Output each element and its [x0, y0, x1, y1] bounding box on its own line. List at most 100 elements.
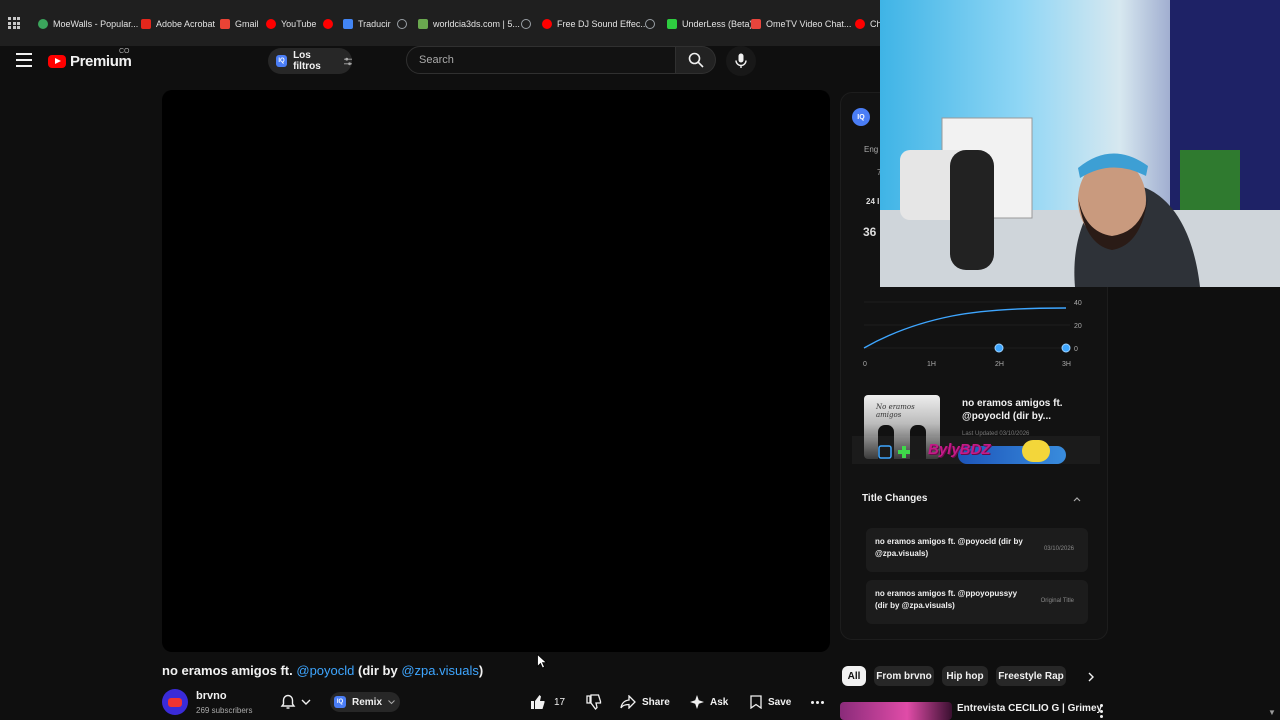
remix-label: Remix — [352, 696, 383, 708]
video-player[interactable] — [162, 90, 830, 652]
bookmark-underless[interactable]: UnderLess (Beta) — [667, 16, 753, 32]
bookmark-label: Gmail — [235, 19, 259, 29]
overlay-square-icon — [878, 445, 892, 459]
moewalls-favicon-icon — [38, 19, 48, 29]
bookmark-label: UnderLess (Beta) — [682, 19, 753, 29]
bookmark-free-dj[interactable]: Free DJ Sound Effec... — [542, 16, 648, 32]
title-changes-heading: Title Changes — [862, 493, 928, 504]
chip-freestyle-rap[interactable]: Freestyle Rap — [996, 666, 1066, 686]
mention-link[interactable]: @poyocld — [296, 663, 354, 678]
search-input[interactable]: Search — [406, 46, 676, 74]
bookmark-youtube[interactable]: YouTube — [266, 16, 316, 32]
bookmark-globe-2[interactable] — [521, 16, 531, 32]
overlay-plus-icon — [898, 446, 910, 458]
streamer-name-overlay: BylyBDZ — [928, 441, 991, 458]
save-button[interactable]: Save — [750, 692, 791, 712]
iq-icon: IQ — [334, 696, 346, 708]
chip-from-brvno[interactable]: From brvno — [874, 666, 934, 686]
thumbnail-video-title[interactable]: no eramos amigos ft. @poyocld (dir by... — [962, 397, 1072, 423]
chip-hip-hop[interactable]: Hip hop — [942, 666, 988, 686]
ask-button[interactable]: Ask — [690, 692, 728, 712]
recommended-video-thumbnail[interactable] — [840, 702, 952, 720]
title-change-date: 03/10/2026 — [1043, 546, 1074, 552]
bookmark-icon — [750, 695, 762, 709]
video-title: no eramos amigos ft. @poyocld (dir by @z… — [162, 663, 483, 678]
bookmark-traducir[interactable]: Traducir — [343, 16, 391, 32]
ometv-favicon-icon — [751, 19, 761, 29]
search-button[interactable] — [676, 46, 716, 74]
chevron-right-icon[interactable] — [1084, 670, 1098, 684]
like-button[interactable]: 17 — [530, 692, 578, 712]
title-text: no eramos amigos ft. — [162, 663, 297, 678]
bookmark-ch[interactable]: Ch — [855, 16, 882, 32]
youtube-premium-logo[interactable]: Premium CO — [48, 48, 132, 70]
title-change-item: no eramos amigos ft. @ppoyopussyy (dir b… — [866, 580, 1088, 624]
mouse-cursor-icon — [537, 654, 547, 669]
sparkle-icon — [690, 695, 704, 709]
youtube-favicon-icon — [266, 19, 276, 29]
bookmark-gmail[interactable]: Gmail — [220, 16, 259, 32]
more-actions-icon[interactable] — [808, 692, 826, 712]
thumbs-down-icon[interactable] — [584, 692, 604, 712]
series-line — [863, 307, 1067, 349]
acrobat-favicon-icon — [141, 19, 151, 29]
creeper-figure — [1180, 150, 1240, 210]
title-change-text: no eramos amigos ft. @poyocld (dir by @z… — [875, 537, 1023, 558]
bookmark-label: Traducir — [358, 19, 391, 29]
ask-label: Ask — [710, 696, 729, 708]
voice-search-button[interactable] — [726, 46, 756, 76]
webcam-overlay — [880, 0, 1280, 287]
title-change-date: Original Title — [1040, 598, 1074, 604]
overlay-icons — [878, 445, 910, 459]
minion-sticker — [1022, 440, 1050, 462]
stat-value: 24 I — [866, 197, 880, 206]
bookmark-ometv[interactable]: OmeTV Video Chat... — [751, 16, 851, 32]
chevron-up-icon[interactable] — [1072, 495, 1082, 503]
share-button[interactable]: Share — [620, 692, 670, 712]
save-label: Save — [768, 696, 792, 708]
notification-bell-icon[interactable] — [278, 693, 316, 711]
chip-all[interactable]: All — [842, 666, 866, 686]
bookmark-globe-3[interactable] — [645, 16, 655, 32]
subscriber-count: 269 subscribers — [196, 706, 253, 715]
menu-icon[interactable] — [16, 53, 32, 67]
filters-label: Los filtros — [293, 50, 321, 72]
title-text: ) — [478, 663, 484, 678]
thumbs-up-icon — [531, 695, 545, 709]
bookmark-youtube-2[interactable] — [323, 16, 333, 32]
bookmark-label: MoeWalls - Popular... — [53, 19, 139, 29]
bookmark-worldcia3ds[interactable]: worldcia3ds.com | 5... — [418, 16, 520, 32]
youtube-favicon-icon — [855, 19, 865, 29]
sliders-icon — [343, 57, 353, 65]
iq-icon: IQ — [276, 55, 288, 67]
bookmark-globe[interactable] — [397, 16, 407, 32]
gmail-favicon-icon — [220, 19, 230, 29]
bookmark-moewalls[interactable]: MoeWalls - Popular... — [38, 16, 138, 32]
bookmark-label: OmeTV Video Chat... — [766, 19, 852, 29]
x-tick-label: 2H — [995, 361, 1004, 368]
channel-avatar[interactable] — [162, 689, 188, 715]
mention-link[interactable]: @zpa.visuals — [401, 663, 479, 678]
chart-marker[interactable] — [994, 343, 1004, 353]
bookmark-label: Free DJ Sound Effec... — [557, 19, 648, 29]
views-growth-chart: 40 20 0 0 1H 2H 3H — [863, 300, 1082, 368]
microphone — [950, 150, 994, 270]
channel-name[interactable]: brvno — [196, 690, 227, 702]
bookmark-label: Adobe Acrobat — [156, 19, 216, 29]
scroll-down-icon[interactable]: ▼ — [1268, 708, 1276, 717]
title-change-text: no eramos amigos ft. @ppoyopussyy (dir b… — [875, 589, 1018, 610]
remix-button[interactable]: IQ Remix — [330, 692, 400, 712]
chart-marker[interactable] — [1061, 343, 1071, 353]
y-tick-label: 0 — [1074, 346, 1078, 353]
filters-button[interactable]: IQ Los filtros — [268, 48, 353, 74]
share-icon — [620, 695, 636, 709]
iq-badge-icon[interactable]: IQ — [852, 108, 870, 126]
bookmark-adobe-acrobat[interactable]: Adobe Acrobat — [141, 16, 215, 32]
recommended-video-title[interactable]: Entrevista CECILIO G | Grimey — [957, 703, 1102, 714]
like-count: 17 — [554, 696, 566, 708]
recommended-more-icon[interactable] — [1100, 704, 1104, 718]
apps-grid-icon[interactable] — [8, 17, 20, 29]
globe-icon — [645, 19, 655, 29]
thumbnail-caption: No eramos amigos — [876, 403, 915, 419]
country-code: CO — [119, 48, 130, 55]
